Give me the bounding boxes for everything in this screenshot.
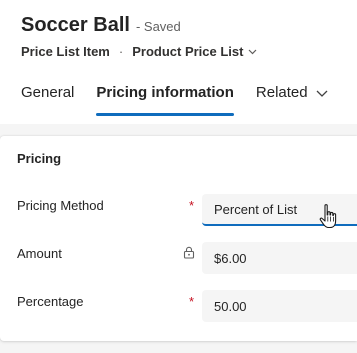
form-selector[interactable]: Product Price List	[132, 44, 257, 59]
pricing-method-label: Pricing Method	[17, 198, 104, 213]
tab-pricing-information[interactable]: Pricing information	[96, 80, 234, 116]
percentage-label: Percentage	[17, 294, 84, 309]
chevron-down-icon	[316, 84, 328, 102]
amount-value: $6.00	[214, 250, 247, 266]
required-indicator: *	[189, 294, 195, 309]
record-subtitle: Price List Item · Product Price List	[21, 44, 257, 59]
pricing-section: Pricing Pricing Method * Percent of List…	[0, 136, 357, 341]
tab-related[interactable]: Related	[256, 80, 328, 116]
title-row: Soccer Ball - Saved	[21, 14, 181, 37]
form-body: Pricing Pricing Method * Percent of List…	[0, 124, 357, 353]
percentage-field[interactable]: 50.00	[202, 290, 357, 322]
record-title: Soccer Ball	[21, 14, 130, 36]
tab-general-label: General	[21, 84, 75, 101]
save-status: - Saved	[135, 19, 181, 34]
hand-cursor-icon	[319, 204, 337, 229]
chevron-down-icon	[248, 49, 257, 55]
entity-name: Price List Item	[21, 44, 110, 59]
amount-label: Amount	[17, 246, 62, 261]
section-title: Pricing	[17, 151, 62, 166]
form-name: Product Price List	[132, 44, 244, 59]
tab-list: General Pricing information Related	[21, 80, 350, 116]
amount-field[interactable]: $6.00	[202, 242, 357, 274]
tab-general[interactable]: General	[21, 80, 74, 116]
percentage-value: 50.00	[214, 298, 247, 314]
tab-related-label: Related	[255, 84, 308, 101]
tab-pricing-information-label: Pricing information	[96, 84, 234, 101]
pricing-method-value: Percent of List	[214, 201, 298, 217]
required-indicator: *	[189, 198, 195, 213]
record-header: Soccer Ball - Saved Price List Item · Pr…	[0, 0, 357, 133]
separator-dot: ·	[118, 44, 124, 59]
lock-icon	[183, 246, 195, 259]
